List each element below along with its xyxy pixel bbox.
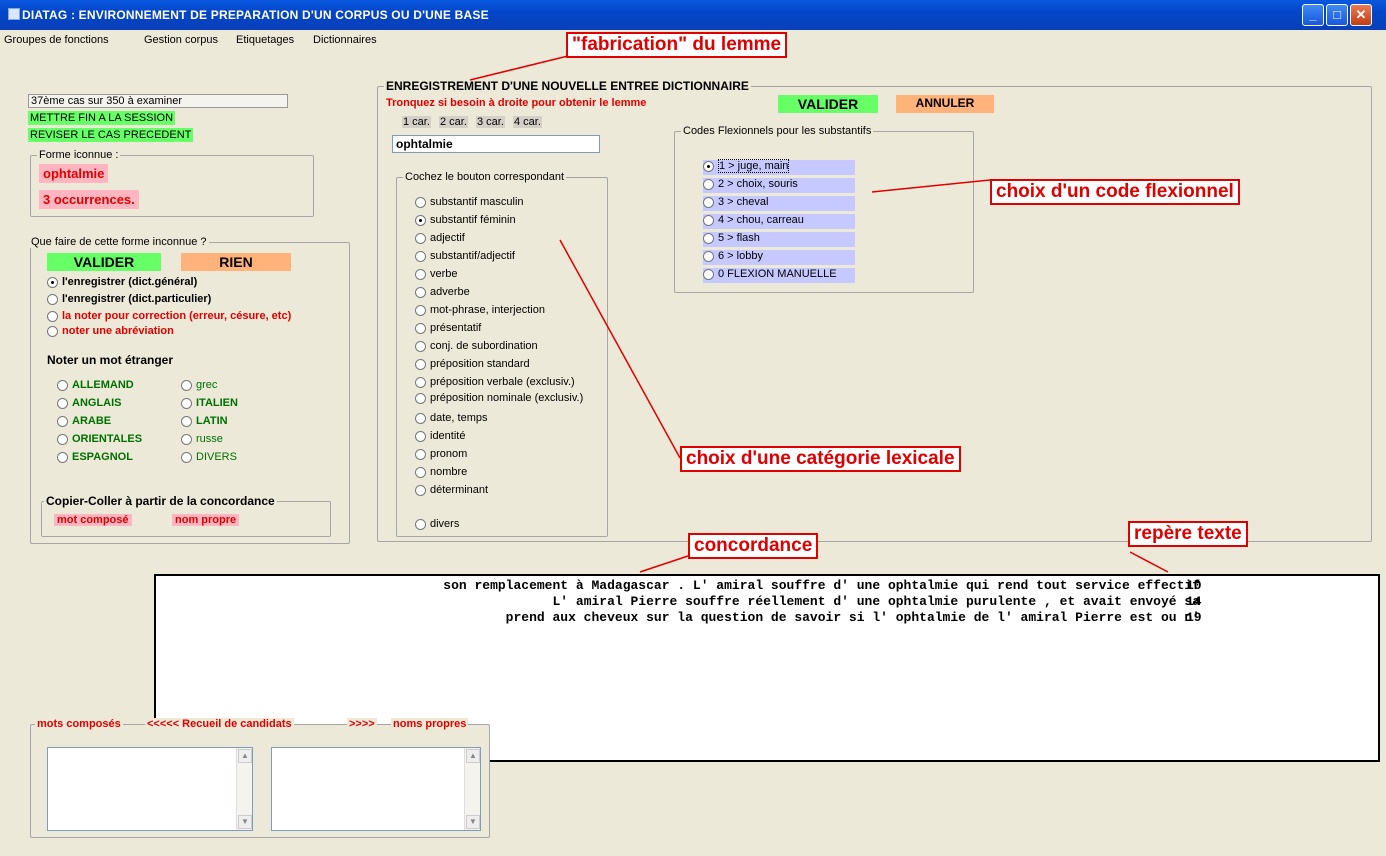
concordance-pointer-line bbox=[639, 555, 689, 573]
annotation-lemme: "fabrication" du lemme bbox=[566, 32, 788, 58]
flexion-pointer-line bbox=[871, 179, 991, 193]
annotation-flexion: choix d'un code flexionnel bbox=[990, 179, 1240, 205]
annotation-categorie: choix d'une catégorie lexicale bbox=[680, 446, 961, 472]
repere-pointer-line bbox=[1129, 551, 1169, 573]
annotation-repere: repère texte bbox=[1128, 521, 1248, 547]
categorie-pointer-line bbox=[559, 239, 681, 459]
annotation-concordance: concordance bbox=[688, 533, 819, 559]
annotation-lines bbox=[469, 55, 1169, 573]
lemme-pointer-line bbox=[469, 55, 569, 81]
